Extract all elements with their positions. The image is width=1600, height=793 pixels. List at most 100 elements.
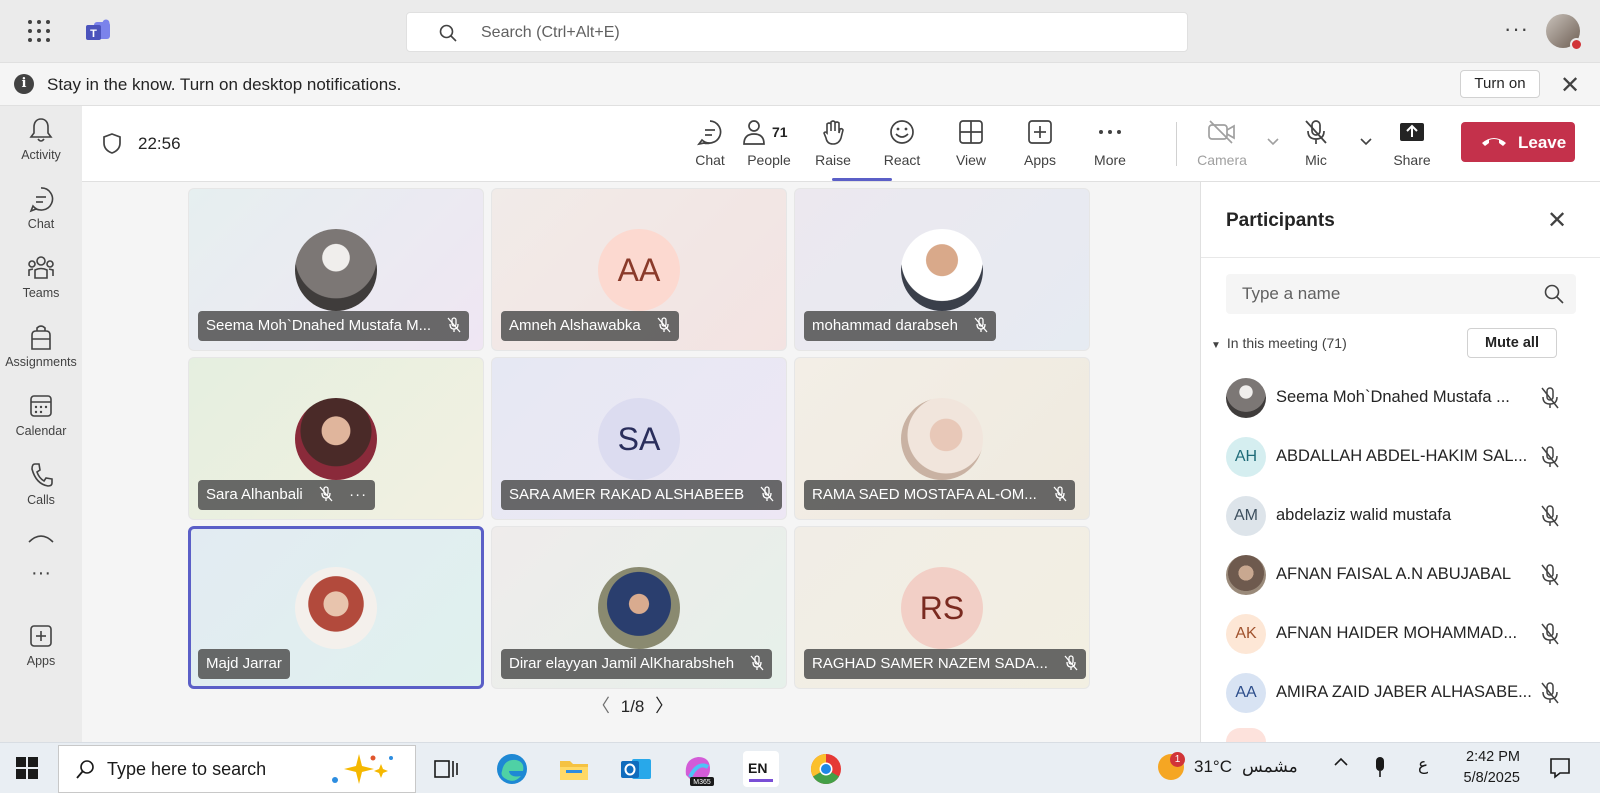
mic-off-icon[interactable] [1539, 681, 1561, 705]
participant-row[interactable]: AM abdelaziz walid mustafa [1226, 488, 1576, 544]
close-icon[interactable]: ✕ [1547, 206, 1567, 235]
notifications-icon[interactable] [1548, 756, 1572, 780]
apps-button[interactable]: Apps [1010, 118, 1070, 168]
participant-row[interactable]: AFNAN FAISAL A.N ABUJABAL [1226, 547, 1576, 603]
chat-button[interactable]: Chat [680, 118, 740, 168]
notification-message: Stay in the know. Turn on desktop notifi… [47, 75, 402, 94]
weather-description: مشمس [1242, 757, 1298, 776]
video-tile[interactable]: SA SARA AMER RAKAD ALSHABEEB [491, 357, 787, 520]
m365-icon[interactable]: M365 [680, 751, 716, 787]
participant-initials: AA [598, 229, 680, 311]
show-hidden-icons-icon[interactable] [1332, 753, 1350, 771]
camera-off-icon [1208, 120, 1235, 144]
mic-button[interactable]: Mic [1286, 118, 1346, 168]
name-plate: Seema Moh`Dnahed Mustafa M... [198, 311, 470, 341]
participant-name: SARA AMER RAKAD ALSHABEEB [509, 486, 745, 503]
video-tile[interactable]: Seema Moh`Dnahed Mustafa M... [188, 188, 484, 351]
participant-row[interactable]: AA AMIRA ZAID JABER ALHASABE... [1226, 665, 1576, 721]
info-icon: i [14, 74, 34, 94]
input-language[interactable]: ع [1418, 755, 1428, 775]
video-tile[interactable]: RS RAGHAD SAMER NAZEM SADA... [794, 526, 1090, 689]
raise-hand-button[interactable]: Raise [803, 118, 863, 168]
next-page-icon[interactable]: 〉 [655, 696, 673, 716]
participant-search-input[interactable]: Type a name [1226, 274, 1576, 314]
participant-initials: AH [1226, 437, 1266, 477]
m365-label: M365 [693, 779, 711, 786]
camera-options-chevron-icon[interactable] [1266, 136, 1280, 146]
leave-button[interactable]: Leave [1461, 122, 1575, 162]
temperature: 31°C [1194, 757, 1232, 776]
mic-off-icon[interactable] [1539, 386, 1561, 410]
apps-label: Apps [1024, 152, 1056, 168]
video-tile[interactable]: Dirar elayyan Jamil AlKharabsheh [491, 526, 787, 689]
edge-browser-icon[interactable] [494, 751, 530, 787]
more-button[interactable]: More [1080, 118, 1140, 168]
react-button[interactable]: React [872, 118, 932, 168]
toolbar-divider [1176, 122, 1177, 166]
rail-item-calls[interactable]: Calls [0, 461, 82, 507]
rail-item-partial[interactable] [0, 530, 82, 544]
participant-row[interactable]: Seema Moh`Dnahed Mustafa ... [1226, 370, 1576, 426]
share-icon [1400, 123, 1424, 141]
name-plate: Dirar elayyan Jamil AlKharabsheh [501, 649, 773, 679]
search-bar[interactable]: Search (Ctrl+Alt+E) [406, 12, 1188, 52]
language-app-label: EN [748, 760, 768, 776]
name-plate: RAGHAD SAMER NAZEM SADA... [804, 649, 1087, 679]
profile-avatar[interactable] [1546, 14, 1583, 51]
section-header[interactable]: ▼ In this meeting (71) [1211, 335, 1347, 351]
mic-off-icon[interactable] [1539, 445, 1561, 469]
video-tile-active[interactable]: Majd Jarrar [188, 526, 484, 689]
rail-item-chat[interactable]: Chat [0, 185, 82, 231]
rail-item-calendar[interactable]: Calendar [0, 392, 82, 438]
participant-name: mohammad darabseh [812, 317, 958, 334]
participant-row[interactable]: AK AFNAN HAIDER MOHAMMAD... [1226, 606, 1576, 662]
clock-time: 2:42 PM [1466, 749, 1520, 765]
weather-badge: 1 [1170, 752, 1185, 767]
panel-title: Participants [1226, 210, 1335, 231]
rail-item-activity[interactable]: Activity [0, 116, 82, 162]
participant-initials: AK [1226, 614, 1266, 654]
system-clock[interactable]: 2:42 PM 5/8/2025 [1456, 747, 1520, 789]
mute-all-button[interactable]: Mute all [1467, 328, 1557, 358]
video-tile[interactable]: RAMA SAED MOSTAFA AL-OM... [794, 357, 1090, 520]
people-button[interactable]: 71 People [734, 118, 804, 168]
video-stage: Seema Moh`Dnahed Mustafa M... AA Amneh A… [82, 182, 1200, 742]
participants-panel: Participants ✕ Type a name ▼ In this meet… [1200, 182, 1600, 742]
rail-item-teams[interactable]: Teams [0, 254, 82, 300]
windows-start-icon[interactable] [16, 757, 38, 779]
video-tile[interactable]: mohammad darabseh [794, 188, 1090, 351]
mic-off-icon [1064, 654, 1078, 670]
turn-on-button[interactable]: Turn on [1460, 70, 1540, 98]
language-app-icon[interactable]: EN [743, 751, 779, 787]
chrome-icon[interactable] [808, 751, 844, 787]
participant-name: AFNAN HAIDER MOHAMMAD... [1276, 624, 1518, 642]
previous-page-icon[interactable]: 〈 [592, 696, 610, 716]
rail-more-icon[interactable]: ··· [0, 562, 82, 585]
participant-row[interactable]: AH ABDALLAH ABDEL-HAKIM SAL... [1226, 429, 1576, 485]
more-options-icon[interactable]: ··· [349, 480, 367, 510]
mic-off-icon[interactable] [1539, 504, 1561, 528]
rail-item-assignments[interactable]: Assignments [0, 323, 82, 369]
mic-off-icon[interactable] [1539, 622, 1561, 646]
outlook-icon[interactable] [618, 751, 654, 787]
mic-options-chevron-icon[interactable] [1359, 136, 1373, 146]
view-button[interactable]: View [941, 118, 1001, 168]
rail-item-apps[interactable]: Apps [0, 622, 82, 668]
video-tile[interactable]: Sara Alhanbali ··· [188, 357, 484, 520]
task-view-icon[interactable] [428, 751, 464, 787]
video-tile[interactable]: AA Amneh Alshawabka [491, 188, 787, 351]
microphone-tray-icon[interactable] [1372, 755, 1388, 779]
rail-label: Assignments [5, 355, 77, 369]
app-launcher-icon[interactable] [28, 20, 50, 42]
more-options-icon[interactable]: ··· [1504, 16, 1529, 42]
mic-off-icon[interactable] [1539, 563, 1561, 587]
camera-button[interactable]: Camera [1192, 118, 1252, 168]
taskbar-search-placeholder: Type here to search [107, 759, 267, 779]
taskbar-search[interactable]: Type here to search [58, 745, 416, 793]
search-icon [439, 24, 457, 42]
rail-label: Apps [26, 654, 56, 668]
share-button[interactable]: Share [1382, 118, 1442, 168]
close-icon[interactable]: ✕ [1560, 71, 1580, 100]
file-explorer-icon[interactable] [556, 751, 592, 787]
mic-off-icon [750, 654, 764, 670]
